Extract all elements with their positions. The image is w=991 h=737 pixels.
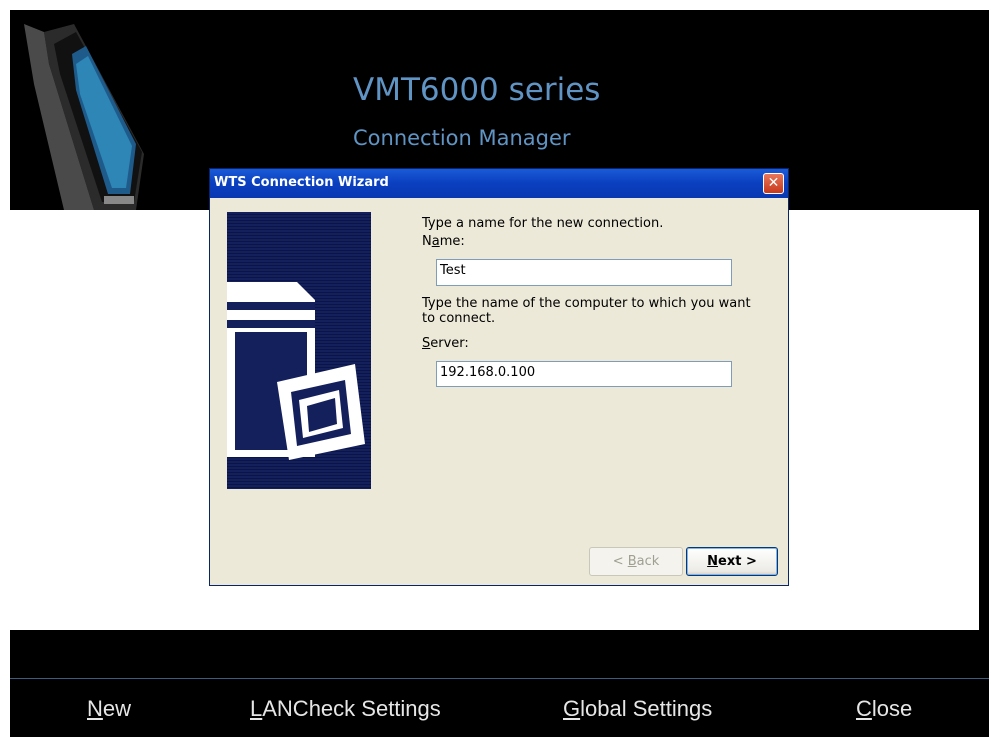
name-label-pre: N <box>422 234 432 249</box>
global-label: lobal Settings <box>580 696 713 721</box>
app-subtitle: Connection Manager <box>353 126 571 150</box>
name-label-accel: a <box>431 234 440 249</box>
server-label: Server: <box>422 336 469 351</box>
name-label-post: me: <box>439 234 465 249</box>
next-button[interactable]: Next > <box>686 547 778 576</box>
global-accel: G <box>563 696 581 721</box>
name-input[interactable]: Test <box>436 259 732 286</box>
back-button[interactable]: < Back <box>589 547 683 576</box>
name-label: Name: <box>422 234 465 249</box>
footer-divider <box>10 678 989 679</box>
lancheck-accel: L <box>250 696 263 721</box>
new-label: ew <box>102 696 132 721</box>
new-accel: N <box>87 696 103 721</box>
dialog-close-icon[interactable]: ✕ <box>763 173 784 194</box>
close-button[interactable]: Close <box>856 696 912 722</box>
device-logo-icon <box>24 24 144 210</box>
next-accel: N <box>707 554 719 569</box>
server-prompt: Type the name of the computer to which y… <box>422 296 751 326</box>
new-button[interactable]: New <box>87 696 131 722</box>
close-label: lose <box>871 696 913 721</box>
name-prompt: Type a name for the new connection. <box>422 216 664 231</box>
server-label-post: erver: <box>430 336 469 351</box>
back-accel: B <box>627 554 637 569</box>
dialog-titlebar[interactable]: WTS Connection Wizard ✕ <box>210 169 788 198</box>
back-post: ack <box>636 554 660 569</box>
lancheck-settings-button[interactable]: LANCheck Settings <box>250 696 441 722</box>
wizard-computer-illustration <box>227 212 371 489</box>
server-input[interactable]: 192.168.0.100 <box>436 361 732 387</box>
app-title: VMT6000 series <box>353 72 601 108</box>
lancheck-label: ANCheck Settings <box>262 696 441 721</box>
back-pre: < <box>612 554 628 569</box>
global-settings-button[interactable]: Global Settings <box>563 696 712 722</box>
dialog-title: WTS Connection Wizard <box>214 175 389 190</box>
next-post: ext > <box>718 554 757 569</box>
wts-connection-wizard-dialog: WTS Connection Wizard ✕ Type a name for … <box>209 168 789 586</box>
computer-icon <box>227 282 365 460</box>
close-accel: C <box>856 696 872 721</box>
